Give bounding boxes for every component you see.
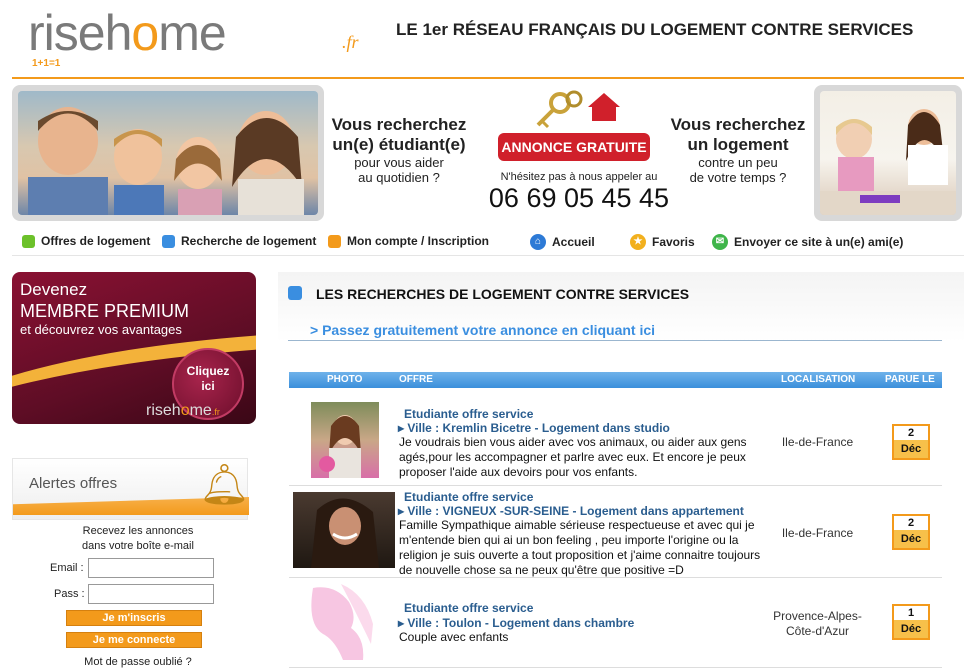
listings-header: PHOTO OFFRE LOCALISATION PARUE LE	[289, 372, 942, 388]
listing-photo[interactable]	[293, 492, 395, 568]
alerts-title: Alertes offres	[29, 475, 118, 492]
nav-recherche[interactable]: Recherche de logement	[162, 234, 316, 248]
promo-left: Vous recherchez un(e) étudiant(e) pour v…	[331, 115, 467, 185]
logo-wordmark: risehome	[28, 5, 227, 61]
home-icon: ⌂	[530, 234, 546, 250]
phone-number: 06 69 05 45 45	[488, 183, 670, 213]
blue-square-icon	[162, 234, 175, 248]
header-divider	[12, 77, 964, 79]
email-label: Email :	[50, 562, 84, 574]
nav-favoris[interactable]: ★ Favoris	[630, 234, 695, 250]
green-square-icon	[22, 234, 35, 248]
promo-right: Vous recherchez un logement contre un pe…	[670, 115, 806, 185]
alerts-box: Alertes offres 🔔︎	[12, 458, 250, 520]
star-icon: ★	[630, 234, 646, 250]
alerts-form: Recevez les annonces dans votre boîte e-…	[20, 520, 256, 670]
listing-row[interactable]: Etudiante offre service ▸ Ville : Kremli…	[289, 398, 942, 486]
site-tagline: LE 1er RÉSEAU FRANÇAIS DU LOGEMENT CONTR…	[396, 20, 914, 39]
main-nav: Offres de logement Recherche de logement…	[12, 230, 964, 256]
nav-mon-compte[interactable]: Mon compte / Inscription	[328, 234, 489, 248]
placeholder-silhouette-icon[interactable]	[305, 584, 381, 662]
blue-square-icon	[288, 286, 302, 300]
date-badge: 2 Déc	[892, 514, 930, 550]
date-badge: 2 Déc	[892, 424, 930, 460]
nav-accueil[interactable]: ⌂ Accueil	[530, 234, 595, 250]
banner: Vous recherchez un(e) étudiant(e) pour v…	[12, 85, 964, 225]
col-photo: PHOTO	[327, 374, 363, 385]
col-localisation: LOCALISATION	[781, 374, 856, 385]
family-illustration	[28, 107, 304, 215]
post-ad-link[interactable]: > Passez gratuitement votre annonce en c…	[310, 322, 655, 338]
mail-icon: ✉	[712, 234, 728, 250]
child-photo	[814, 85, 962, 221]
premium-logo: risehome.fr	[146, 402, 220, 419]
listing-row[interactable]: Etudiante offre service ▸ Ville : VIGNEU…	[289, 488, 942, 578]
phone-note: N'hésitez pas à nous appeler au	[500, 171, 658, 183]
col-parue-le: PARUE LE	[885, 374, 935, 385]
logo-tagline: 1+1=1	[32, 58, 61, 69]
login-button[interactable]: Je me connecte	[66, 632, 202, 648]
header-rule	[288, 340, 942, 341]
password-field[interactable]	[88, 584, 214, 604]
col-offre: OFFRE	[399, 374, 433, 385]
date-badge: 1 Déc	[892, 604, 930, 640]
family-photo	[12, 85, 324, 221]
header: risehome .fr 1+1=1 LE 1er RÉSEAU FRANÇAI…	[0, 0, 974, 78]
child-illustration	[820, 109, 956, 215]
page-title: LES RECHERCHES DE LOGEMENT CONTRE SERVIC…	[316, 286, 690, 302]
listing-row[interactable]: Etudiante offre service ▸ Ville : Toulon…	[289, 580, 942, 668]
listing-photo[interactable]	[311, 402, 379, 478]
signup-button[interactable]: Je m'inscris	[66, 610, 202, 626]
orange-square-icon	[328, 234, 341, 248]
pass-label: Pass :	[54, 588, 85, 600]
email-field[interactable]	[88, 558, 214, 578]
logo-tld: .fr	[342, 32, 359, 52]
free-ad-button[interactable]: ANNONCE GRATUITE	[498, 133, 650, 161]
main-header: LES RECHERCHES DE LOGEMENT CONTRE SERVIC…	[278, 272, 964, 342]
nav-offres[interactable]: Offres de logement	[22, 234, 150, 248]
premium-promo[interactable]: Devenez MEMBRE PREMIUM et découvrez vos …	[12, 272, 256, 424]
keys-house-icon	[536, 90, 620, 129]
logo[interactable]: risehome .fr 1+1=1	[28, 5, 359, 69]
nav-envoyer[interactable]: ✉ Envoyer ce site à un(e) ami(e)	[712, 234, 903, 250]
forgot-password-link[interactable]: Mot de passe oublié ?	[20, 656, 256, 668]
bell-icon: 🔔︎	[199, 463, 250, 507]
